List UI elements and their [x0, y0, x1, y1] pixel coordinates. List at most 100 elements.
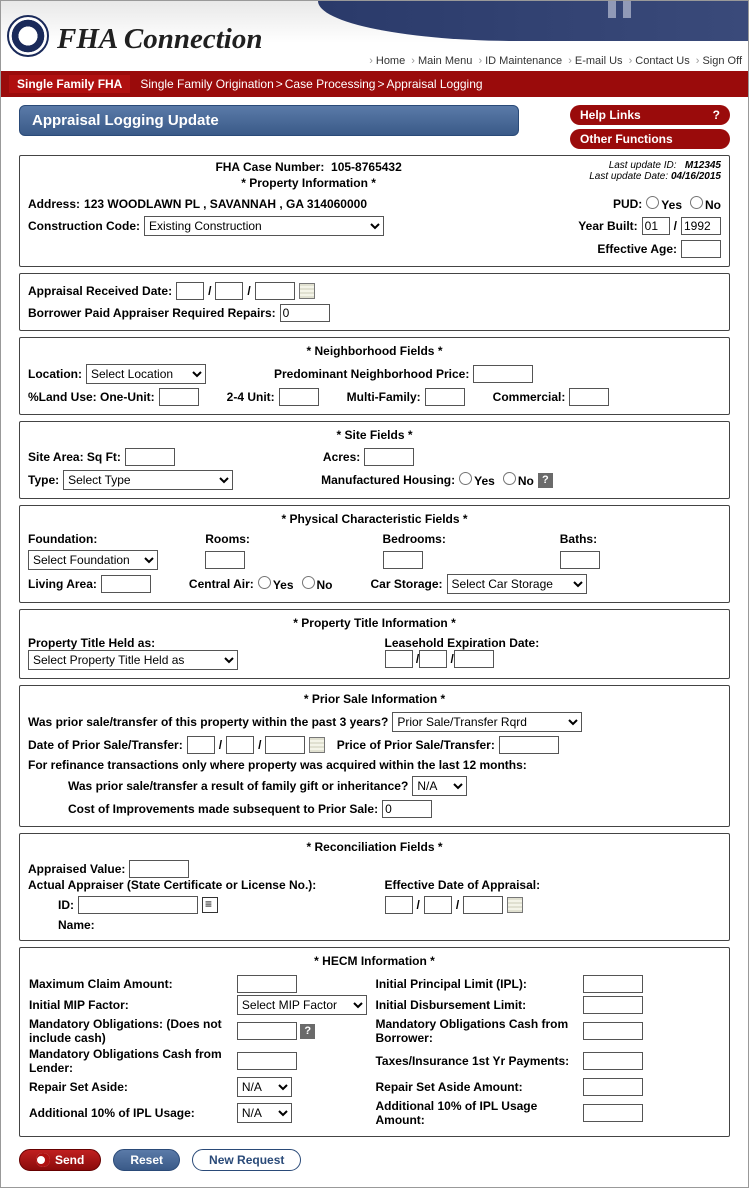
prior-sale-date-label: Date of Prior Sale/Transfer:: [28, 738, 183, 752]
year-built-mm-input[interactable]: [642, 217, 670, 235]
physical-header: * Physical Characteristic Fields *: [28, 512, 721, 526]
max-claim-input[interactable]: [237, 975, 297, 993]
breadcrumb-seg-1[interactable]: Single Family Origination: [140, 77, 273, 91]
prior-sale-price-input[interactable]: [499, 736, 559, 754]
breadcrumb-seg-3[interactable]: Appraisal Logging: [387, 77, 483, 91]
help-icon[interactable]: ?: [538, 473, 553, 488]
mandatory-cash-borrower-input[interactable]: [583, 1022, 643, 1040]
site-area-label: Site Area: Sq Ft:: [28, 450, 121, 464]
land-use-one-unit-label: %Land Use: One-Unit:: [28, 390, 155, 404]
family-gift-select[interactable]: N/A: [412, 776, 467, 796]
appraiser-id-label: ID:: [58, 898, 74, 912]
living-area-label: Living Area:: [28, 577, 97, 591]
construction-code-select[interactable]: Existing Construction: [144, 216, 384, 236]
additional-ipl-amount-input[interactable]: [583, 1104, 643, 1122]
section-property-info: Last update ID: M12345 Last update Date:…: [19, 155, 730, 267]
site-area-input[interactable]: [125, 448, 175, 466]
central-air-yes-radio[interactable]: [258, 576, 271, 589]
predominant-price-input[interactable]: [473, 365, 533, 383]
pud-no-radio[interactable]: [690, 196, 703, 209]
title-held-as-select[interactable]: Select Property Title Held as: [28, 650, 238, 670]
breadcrumb-seg-2[interactable]: Case Processing: [285, 77, 376, 91]
improvements-cost-input[interactable]: [382, 800, 432, 818]
location-select[interactable]: Select Location: [86, 364, 206, 384]
mandatory-cash-lender-input[interactable]: [237, 1052, 297, 1070]
living-area-input[interactable]: [101, 575, 151, 593]
site-header: * Site Fields *: [28, 428, 721, 442]
effective-age-input[interactable]: [681, 240, 721, 258]
additional-ipl-select[interactable]: N/A: [237, 1103, 292, 1123]
car-storage-select[interactable]: Select Car Storage: [447, 574, 587, 594]
nav-contact-us[interactable]: Contact Us: [635, 55, 689, 67]
borrower-repairs-label: Borrower Paid Appraiser Required Repairs…: [28, 306, 276, 320]
idl-input[interactable]: [583, 996, 643, 1014]
repair-set-aside-amount-input[interactable]: [583, 1078, 643, 1096]
prior-sale-dd[interactable]: [226, 736, 254, 754]
appraisal-received-label: Appraisal Received Date:: [28, 284, 172, 298]
prior-sale-3yr-select[interactable]: Prior Sale/Transfer Rqrd: [392, 712, 582, 732]
ipl-input[interactable]: [583, 975, 643, 993]
effective-date-label: Effective Date of Appraisal:: [385, 878, 722, 892]
leasehold-dd[interactable]: [419, 650, 447, 668]
other-functions-button[interactable]: Other Functions: [570, 129, 730, 149]
mfg-no-radio[interactable]: [503, 472, 516, 485]
pud-yes-radio[interactable]: [646, 196, 659, 209]
calendar-icon[interactable]: [507, 897, 523, 913]
year-built-yyyy-input[interactable]: [681, 217, 721, 235]
calendar-icon[interactable]: [309, 737, 325, 753]
land-use-one-unit-input[interactable]: [159, 388, 199, 406]
effective-date-mm[interactable]: [385, 896, 413, 914]
land-use-2-4-input[interactable]: [279, 388, 319, 406]
taxes-insurance-input[interactable]: [583, 1052, 643, 1070]
bedrooms-input[interactable]: [383, 551, 423, 569]
rooms-input[interactable]: [205, 551, 245, 569]
site-type-select[interactable]: Select Type: [63, 470, 233, 490]
lookup-icon[interactable]: [202, 897, 218, 913]
help-icon[interactable]: ?: [300, 1024, 315, 1039]
land-use-commercial-input[interactable]: [569, 388, 609, 406]
mandatory-obligations-input[interactable]: [237, 1022, 297, 1040]
appraiser-name-label: Name:: [58, 918, 95, 932]
nav-email-us[interactable]: E-mail Us: [575, 55, 623, 67]
mfg-yes-radio[interactable]: [459, 472, 472, 485]
help-links-button[interactable]: Help Links?: [570, 105, 730, 125]
property-title-header: * Property Title Information *: [28, 616, 721, 630]
mip-factor-select[interactable]: Select MIP Factor: [237, 995, 367, 1015]
nav-home[interactable]: Home: [376, 55, 405, 67]
land-use-multi-input[interactable]: [425, 388, 465, 406]
acres-input[interactable]: [364, 448, 414, 466]
reset-button[interactable]: Reset: [113, 1149, 180, 1171]
bedrooms-label: Bedrooms:: [383, 532, 446, 546]
breadcrumb-root[interactable]: Single Family FHA: [9, 75, 130, 93]
repair-set-aside-amount-label: Repair Set Aside Amount:: [375, 1080, 522, 1094]
nav-sign-off[interactable]: Sign Off: [702, 55, 742, 67]
baths-input[interactable]: [560, 551, 600, 569]
appraised-value-input[interactable]: [129, 860, 189, 878]
mandatory-cash-borrower-label: Mandatory Obligations Cash from Borrower…: [375, 1017, 568, 1045]
appraiser-id-input[interactable]: [78, 896, 198, 914]
appraisal-received-yyyy[interactable]: [255, 282, 295, 300]
appraisal-received-mm[interactable]: [176, 282, 204, 300]
foundation-select[interactable]: Select Foundation: [28, 550, 158, 570]
land-use-2-4-label: 2-4 Unit:: [227, 390, 275, 404]
nav-main-menu[interactable]: Main Menu: [418, 55, 472, 67]
appraisal-received-dd[interactable]: [215, 282, 243, 300]
effective-date-yyyy[interactable]: [463, 896, 503, 914]
central-air-no-radio[interactable]: [302, 576, 315, 589]
appraised-value-label: Appraised Value:: [28, 862, 125, 876]
send-button[interactable]: Send: [19, 1149, 101, 1171]
leasehold-mm[interactable]: [385, 650, 413, 668]
new-request-button[interactable]: New Request: [192, 1149, 301, 1171]
mandatory-cash-lender-label: Mandatory Obligations Cash from Lender:: [29, 1047, 222, 1075]
calendar-icon[interactable]: [299, 283, 315, 299]
prior-sale-mm[interactable]: [187, 736, 215, 754]
leasehold-yyyy[interactable]: [454, 650, 494, 668]
ipl-label: Initial Principal Limit (IPL):: [375, 977, 526, 991]
prior-sale-price-label: Price of Prior Sale/Transfer:: [337, 738, 495, 752]
effective-date-dd[interactable]: [424, 896, 452, 914]
repair-set-aside-select[interactable]: N/A: [237, 1077, 292, 1097]
borrower-repairs-input[interactable]: [280, 304, 330, 322]
nav-id-maintenance[interactable]: ID Maintenance: [485, 55, 562, 67]
additional-ipl-amount-label: Additional 10% of IPL Usage Amount:: [375, 1099, 537, 1127]
prior-sale-yyyy[interactable]: [265, 736, 305, 754]
